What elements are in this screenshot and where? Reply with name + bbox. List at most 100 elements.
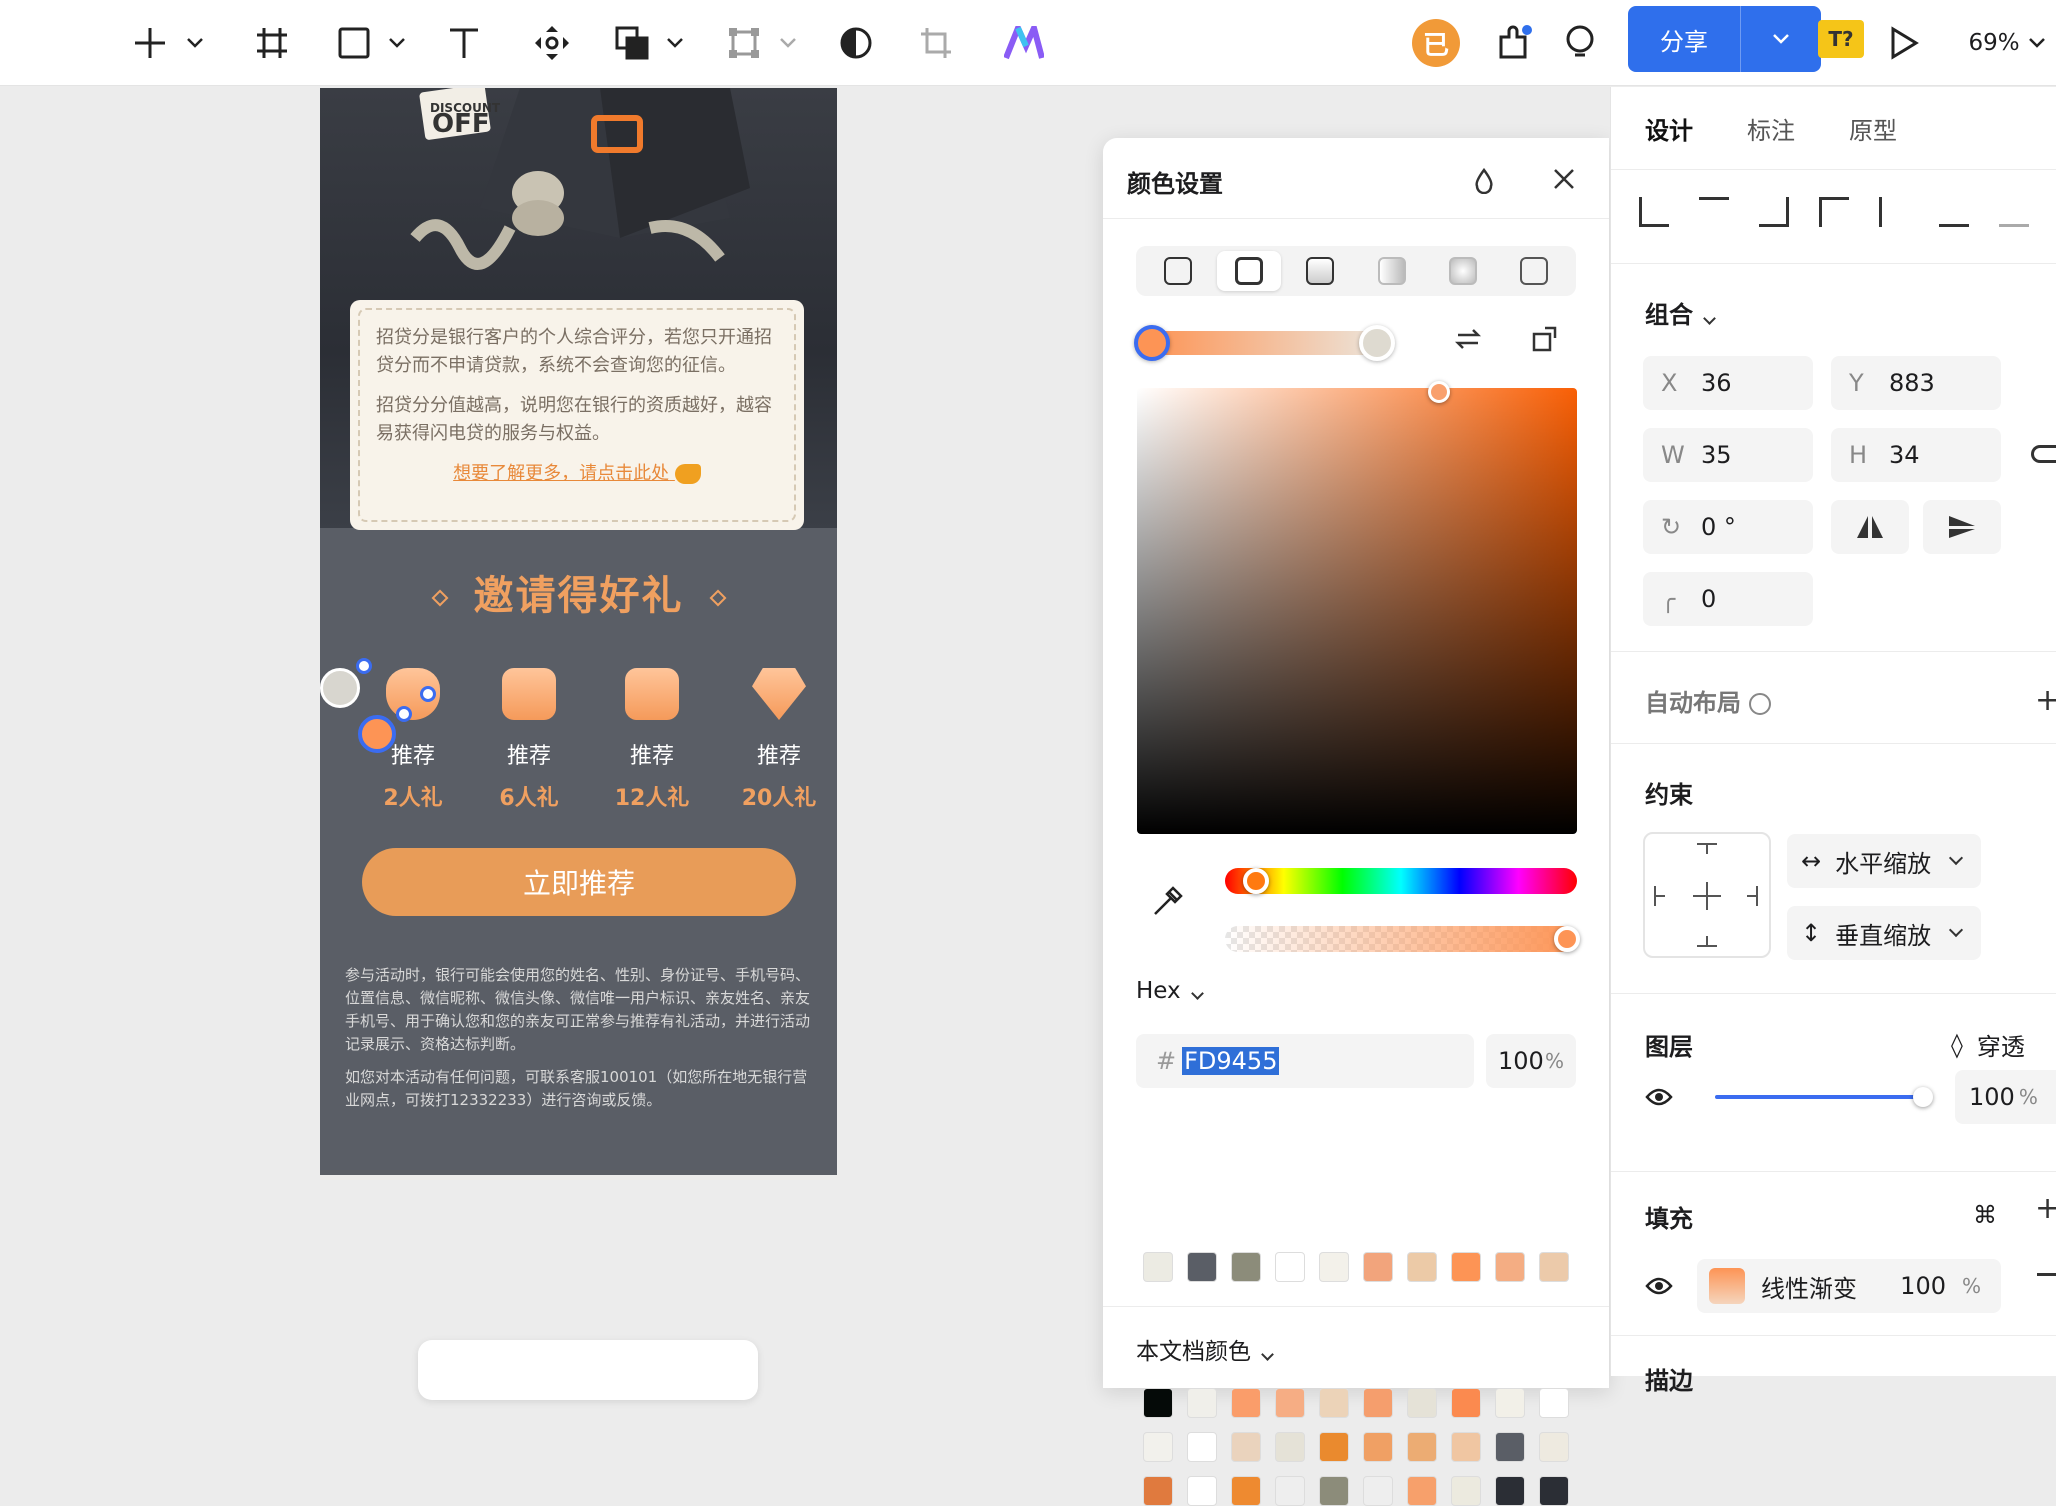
frame-tool-icon[interactable] xyxy=(252,18,292,68)
missing-font-badge[interactable]: T? xyxy=(1818,20,1864,58)
vertical-constraint-dropdown[interactable]: ↕ 垂直缩放 xyxy=(1787,906,1981,960)
color-swatch[interactable] xyxy=(1539,1476,1569,1506)
crop-icon[interactable] xyxy=(916,18,956,68)
opacity-slider-knob[interactable] xyxy=(1913,1087,1933,1107)
color-swatch[interactable] xyxy=(1231,1476,1261,1506)
chevron-down-icon[interactable] xyxy=(182,18,208,68)
plugin-icon[interactable] xyxy=(1495,18,1535,68)
color-swatch[interactable] xyxy=(1231,1252,1261,1282)
color-swatch[interactable] xyxy=(1407,1476,1437,1506)
align-hcenter-icon[interactable] xyxy=(1699,197,1729,227)
share-menu-chevron-icon[interactable] xyxy=(1741,6,1821,72)
rotation-field[interactable]: ↻ 0 ° xyxy=(1643,500,1813,554)
align-vcenter-icon[interactable] xyxy=(1879,197,1909,227)
color-swatch[interactable] xyxy=(1275,1252,1305,1282)
gradient-control-point[interactable] xyxy=(420,686,436,702)
opacity-input[interactable]: 100% xyxy=(1486,1034,1576,1088)
color-swatch[interactable] xyxy=(1187,1388,1217,1418)
learn-more-link[interactable]: 想要了解更多，请点击此处 xyxy=(453,463,669,484)
reward-item[interactable]: 推荐 12人礼 xyxy=(607,668,697,812)
color-swatch[interactable] xyxy=(1451,1476,1481,1506)
text-tool-icon[interactable] xyxy=(444,18,484,68)
color-swatch[interactable] xyxy=(1451,1252,1481,1282)
eye-icon[interactable] xyxy=(1645,1276,1673,1300)
color-swatch[interactable] xyxy=(1407,1252,1437,1282)
alpha-knob[interactable] xyxy=(1554,926,1580,952)
color-swatch[interactable] xyxy=(1539,1252,1569,1282)
add-icon[interactable] xyxy=(130,18,170,68)
color-swatch[interactable] xyxy=(1363,1432,1393,1462)
alpha-slider[interactable] xyxy=(1225,926,1577,952)
info-icon[interactable] xyxy=(1749,693,1771,715)
close-icon[interactable] xyxy=(1553,168,1575,194)
fill-none-option[interactable] xyxy=(1146,251,1210,291)
fill-linear-option[interactable] xyxy=(1288,251,1352,291)
height-field[interactable]: H 34 xyxy=(1831,428,2001,482)
flip-horizontal-button[interactable] xyxy=(1831,500,1909,554)
align-right-icon[interactable] xyxy=(1759,197,1789,227)
hex-value[interactable]: FD9455 xyxy=(1182,1047,1280,1075)
swap-stops-icon[interactable] xyxy=(1454,326,1482,356)
gradient-stop-active[interactable] xyxy=(1134,325,1170,361)
play-icon[interactable] xyxy=(1884,18,1924,68)
color-swatch[interactable] xyxy=(1319,1432,1349,1462)
color-swatch[interactable] xyxy=(1319,1388,1349,1418)
tab-annotation[interactable]: 标注 xyxy=(1747,111,1795,146)
bottom-floating-toolbar[interactable] xyxy=(418,1340,758,1400)
color-swatch[interactable] xyxy=(1319,1252,1349,1282)
avatar[interactable]: 已 xyxy=(1412,19,1460,67)
lock-ratio-icon[interactable] xyxy=(2031,445,2056,463)
rectangle-tool-icon[interactable] xyxy=(334,18,374,68)
color-swatch[interactable] xyxy=(1275,1388,1305,1418)
add-icon[interactable]: + xyxy=(2035,1191,2056,1226)
hue-knob[interactable] xyxy=(1243,868,1269,894)
x-field[interactable]: X 36 xyxy=(1643,356,1813,410)
color-swatch[interactable] xyxy=(1539,1388,1569,1418)
fill-swatch[interactable] xyxy=(1709,1268,1745,1304)
fill-solid-option[interactable] xyxy=(1216,251,1281,291)
color-swatch[interactable] xyxy=(1407,1432,1437,1462)
chevron-down-icon[interactable] xyxy=(775,18,801,68)
rotate-gradient-icon[interactable] xyxy=(1531,324,1561,358)
color-swatch[interactable] xyxy=(1539,1432,1569,1462)
boolean-tool-icon[interactable] xyxy=(612,18,652,68)
color-swatch[interactable] xyxy=(1187,1476,1217,1506)
color-swatch[interactable] xyxy=(1275,1476,1305,1506)
share-button[interactable]: 分享 xyxy=(1628,6,1740,72)
droplet-icon[interactable] xyxy=(1473,167,1495,198)
align-bottom-icon[interactable] xyxy=(1939,197,1969,227)
color-swatch[interactable] xyxy=(1143,1252,1173,1282)
color-swatch[interactable] xyxy=(1275,1432,1305,1462)
artboard-phone[interactable]: DISCOUNT OFF 招贷分是银行客户的个人综合评分，若您只开通招贷分而不申… xyxy=(320,88,837,1175)
color-swatch[interactable] xyxy=(1143,1388,1173,1418)
reward-item[interactable]: 推荐 20人礼 xyxy=(734,668,824,812)
horizontal-constraint-dropdown[interactable]: ↔ 水平缩放 xyxy=(1787,834,1981,888)
fill-image-option[interactable] xyxy=(1502,251,1566,291)
color-swatch[interactable] xyxy=(1143,1476,1173,1506)
hue-slider[interactable] xyxy=(1225,868,1577,894)
color-swatch[interactable] xyxy=(1495,1388,1525,1418)
corner-radius-field[interactable]: ╭ 0 xyxy=(1643,572,1813,626)
fill-row[interactable]: 线性渐变 100 % xyxy=(1697,1259,2001,1313)
document-colors-dropdown[interactable]: 本文档颜色 xyxy=(1136,1332,1274,1366)
tab-prototype[interactable]: 原型 xyxy=(1849,111,1897,146)
move-component-icon[interactable] xyxy=(530,18,574,68)
group-type-dropdown[interactable]: 组合 xyxy=(1645,295,1716,330)
ai-plugin-icon[interactable] xyxy=(1002,18,1046,68)
width-field[interactable]: W 35 xyxy=(1643,428,1813,482)
reward-item[interactable]: 推荐 6人礼 xyxy=(484,668,574,812)
opacity-slider[interactable] xyxy=(1715,1095,1925,1099)
eye-icon[interactable] xyxy=(1645,1087,1673,1111)
color-swatch[interactable] xyxy=(1363,1388,1393,1418)
gradient-end-handle[interactable] xyxy=(320,668,360,708)
fill-radial-option[interactable] xyxy=(1431,251,1495,291)
blend-mode-dropdown[interactable]: ◊ 穿透 xyxy=(1951,1027,2025,1062)
gradient-start-handle[interactable] xyxy=(358,715,396,753)
flip-vertical-button[interactable] xyxy=(1923,500,2001,554)
add-icon[interactable]: + xyxy=(2035,683,2056,718)
gradient-control-point[interactable] xyxy=(396,706,412,722)
color-swatch[interactable] xyxy=(1187,1252,1217,1282)
color-swatch[interactable] xyxy=(1363,1476,1393,1506)
chevron-down-icon[interactable] xyxy=(384,18,410,68)
gradient-stop[interactable] xyxy=(1359,325,1395,361)
